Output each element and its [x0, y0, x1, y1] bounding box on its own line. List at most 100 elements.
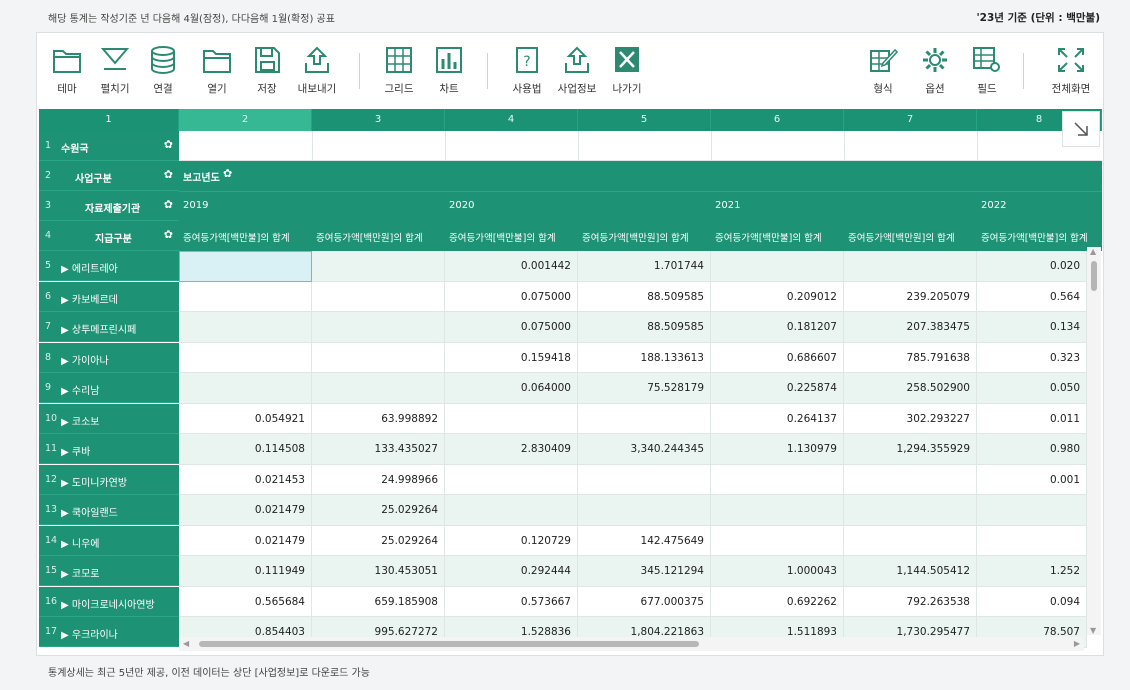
table-cell[interactable]: 0.292444 [445, 556, 578, 587]
row-header[interactable]: 8 ▶ 가이아나 [39, 342, 179, 373]
table-cell[interactable]: 0.134 [977, 312, 1087, 343]
row-header[interactable]: 7 ▶ 상투메프린시페 [39, 312, 179, 342]
country-name[interactable]: ▶ 코모로 [61, 565, 99, 580]
table-cell[interactable]: 0.159418 [445, 342, 578, 373]
table-cell[interactable]: 0.001 [977, 464, 1087, 495]
table-cell[interactable]: 0.225874 [711, 373, 844, 404]
table-cell[interactable]: 88.509585 [578, 312, 711, 343]
table-cell[interactable]: 0.564 [977, 281, 1087, 312]
table-cell[interactable] [578, 403, 711, 434]
country-name[interactable]: ▶ 쿠바 [61, 443, 90, 458]
row-header[interactable]: 12 ▶ 도미니카연방 [39, 464, 179, 495]
table-cell[interactable]: 0.064000 [445, 373, 578, 404]
table-cell[interactable]: 677.000375 [578, 586, 711, 617]
table-cell[interactable] [711, 251, 844, 282]
scroll-down-icon[interactable]: ▼ [1090, 626, 1096, 635]
table-cell[interactable]: 1,294.355929 [844, 434, 977, 465]
table-cell[interactable]: 1.701744 [578, 251, 711, 282]
table-cell[interactable]: 1.130979 [711, 434, 844, 465]
table-cell[interactable]: 207.383475 [844, 312, 977, 343]
row-header[interactable]: 9 ▶ 수리남 [39, 373, 179, 403]
table-cell[interactable] [578, 495, 711, 526]
table-cell[interactable]: 88.509585 [578, 281, 711, 312]
table-cell[interactable]: 792.263538 [844, 586, 977, 617]
table-cell[interactable]: 25.029264 [312, 525, 445, 556]
table-cell[interactable]: 3,340.244345 [578, 434, 711, 465]
table-cell[interactable]: 1.000043 [711, 556, 844, 587]
table-cell[interactable]: 75.528179 [578, 373, 711, 404]
row-header[interactable]: 13 ▶ 쿡아일랜드 [39, 495, 179, 525]
col-header-6[interactable]: 6 [711, 109, 844, 131]
table-cell[interactable] [578, 464, 711, 495]
table-cell[interactable]: 2.830409 [445, 434, 578, 465]
country-name[interactable]: ▶ 우크라이나 [61, 626, 118, 641]
table-cell[interactable] [977, 525, 1087, 556]
country-name[interactable]: ▶ 도미니카연방 [61, 474, 127, 489]
table-cell[interactable] [312, 251, 445, 282]
collapse-button[interactable] [1062, 111, 1100, 147]
row-field-institution[interactable]: 3 자료제출기관 ✿ [39, 191, 179, 221]
table-cell[interactable]: 0.120729 [445, 525, 578, 556]
table-cell[interactable]: 130.453051 [312, 556, 445, 587]
row-header[interactable]: 5 ▶ 에리트레아 [39, 251, 179, 281]
table-cell[interactable]: 0.021453 [179, 464, 312, 495]
row-header[interactable]: 16 ▶ 마이크로네시아연방 [39, 586, 179, 617]
table-cell[interactable] [711, 464, 844, 495]
gear-icon[interactable]: ✿ [164, 228, 173, 241]
table-cell[interactable] [179, 312, 312, 343]
table-cell[interactable] [445, 495, 578, 526]
table-cell[interactable] [179, 281, 312, 312]
table-cell[interactable]: 0.181207 [711, 312, 844, 343]
table-cell[interactable]: 0.011 [977, 403, 1087, 434]
table-cell[interactable] [844, 495, 977, 526]
table-cell[interactable]: 0.686607 [711, 342, 844, 373]
exit-button[interactable]: 나가기 [597, 45, 657, 96]
table-cell[interactable]: 1.252 [977, 556, 1087, 587]
row-header[interactable]: 14 ▶ 니우에 [39, 525, 179, 556]
table-cell[interactable] [977, 495, 1087, 526]
table-cell[interactable] [844, 525, 977, 556]
col-header-2[interactable]: 2 [179, 109, 312, 131]
table-cell[interactable]: 63.998892 [312, 403, 445, 434]
table-cell[interactable] [179, 373, 312, 404]
table-cell[interactable]: 0.114508 [179, 434, 312, 465]
row-header[interactable]: 6 ▶ 카보베르데 [39, 281, 179, 312]
table-cell[interactable] [844, 251, 977, 282]
scroll-right-icon[interactable]: ▶ [1074, 639, 1080, 648]
table-cell[interactable]: 239.205079 [844, 281, 977, 312]
table-cell[interactable] [445, 464, 578, 495]
country-name[interactable]: ▶ 수리남 [61, 382, 99, 397]
table-cell[interactable] [179, 251, 312, 282]
table-cell[interactable]: 24.998966 [312, 464, 445, 495]
pivot-grid[interactable]: 1 2 3 4 5 6 7 8 1 수원국 ✿ 2 사업구분 ✿ 보고년도 ✿ [39, 109, 1102, 654]
table-cell[interactable] [711, 525, 844, 556]
table-cell[interactable] [445, 403, 578, 434]
table-cell[interactable]: 659.185908 [312, 586, 445, 617]
col-header-3[interactable]: 3 [312, 109, 445, 131]
country-name[interactable]: ▶ 쿡아일랜드 [61, 504, 118, 519]
table-cell[interactable]: 0.050 [977, 373, 1087, 404]
table-cell[interactable] [312, 281, 445, 312]
table-cell[interactable]: 785.791638 [844, 342, 977, 373]
vertical-scroll-thumb[interactable] [1091, 261, 1097, 291]
table-cell[interactable]: 0.264137 [711, 403, 844, 434]
country-name[interactable]: ▶ 코소보 [61, 413, 99, 428]
table-cell[interactable]: 0.001442 [445, 251, 578, 282]
table-cell[interactable] [179, 342, 312, 373]
table-cell[interactable]: 0.565684 [179, 586, 312, 617]
table-cell[interactable]: 188.133613 [578, 342, 711, 373]
col-header-7[interactable]: 7 [844, 109, 977, 131]
country-name[interactable]: ▶ 카보베르데 [61, 291, 118, 306]
table-cell[interactable]: 0.021479 [179, 495, 312, 526]
table-cell[interactable]: 258.502900 [844, 373, 977, 404]
table-cell[interactable]: 142.475649 [578, 525, 711, 556]
table-cell[interactable]: 1,144.505412 [844, 556, 977, 587]
fields-button[interactable]: 필드 [957, 45, 1017, 96]
gear-icon[interactable]: ✿ [164, 138, 173, 151]
horizontal-scroll-thumb[interactable] [199, 641, 699, 647]
gear-icon[interactable]: ✿ [164, 168, 173, 181]
table-cell[interactable]: 0.021479 [179, 525, 312, 556]
table-cell[interactable]: 0.980 [977, 434, 1087, 465]
table-cell[interactable]: 0.054921 [179, 403, 312, 434]
row-field-payment-type[interactable]: 4 지급구분 ✿ [39, 221, 179, 251]
